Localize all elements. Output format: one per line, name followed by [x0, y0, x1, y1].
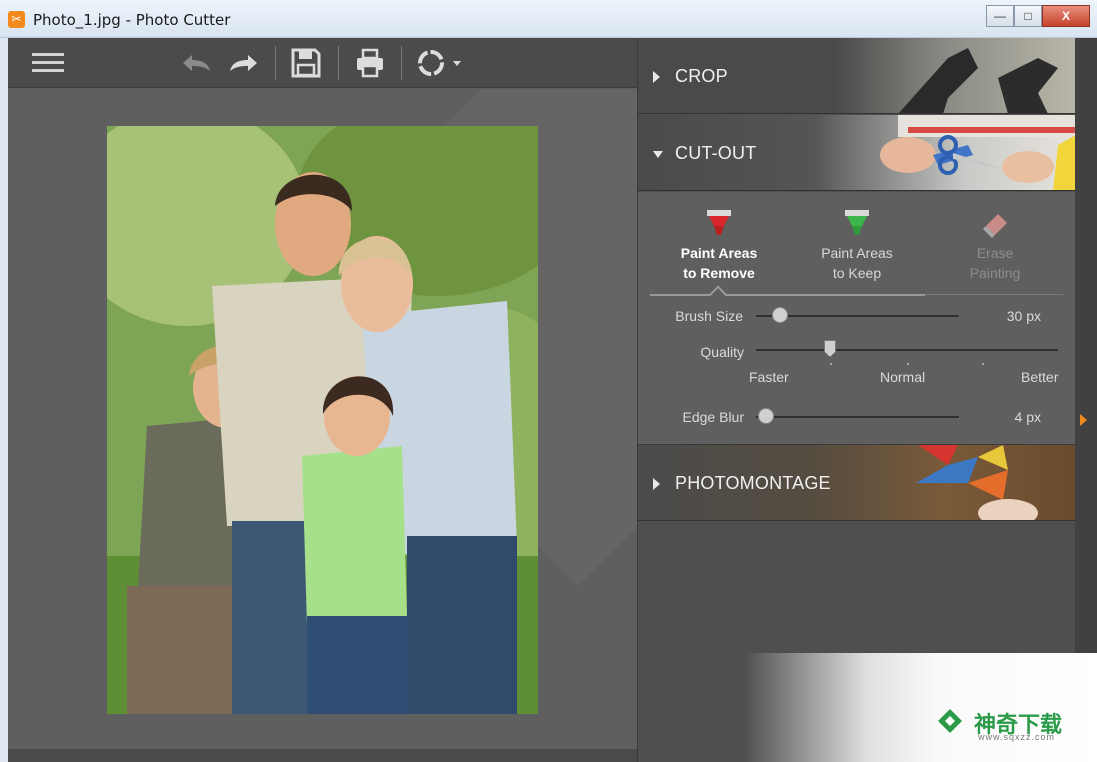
title-bar: ✂ Photo_1.jpg - Photo Cutter — □ X [0, 0, 1097, 38]
paint-remove-label-1: Paint Areas [680, 245, 758, 261]
tool-divider [925, 294, 1063, 295]
paint-keep-label-1: Paint Areas [821, 245, 893, 261]
family-photo-image [107, 126, 538, 714]
quality-faster-label: Faster [749, 369, 789, 385]
brush-size-value: 30 px [1006, 308, 1041, 324]
brush-size-knob[interactable] [772, 307, 788, 323]
photo-preview[interactable] [107, 126, 538, 714]
editor-panel [8, 38, 637, 762]
cutout-section-header[interactable]: CUT-OUT [638, 115, 1076, 191]
toolbar [8, 38, 637, 88]
save-icon[interactable] [288, 48, 324, 78]
window-title: Photo_1.jpg - Photo Cutter [33, 11, 231, 29]
app-icon: ✂ [8, 11, 25, 28]
canvas-area[interactable] [8, 89, 637, 749]
cutout-label: CUT-OUT [675, 143, 757, 163]
cutout-collapse-arrow-icon [653, 151, 663, 158]
edge-blur-knob[interactable] [758, 408, 774, 424]
crop-hands-image [898, 48, 1058, 113]
cutout-options: Paint Areas to Remove Paint Areas to Kee… [638, 192, 1076, 445]
paint-keep-label-2: to Keep [832, 265, 882, 281]
quality-tick [830, 363, 832, 365]
crop-section-header[interactable]: CROP [638, 38, 1076, 114]
scissors-image [880, 115, 1076, 190]
crop-label: CROP [675, 66, 728, 86]
erase-painting-label-2: Painting [969, 265, 1021, 281]
quality-slider[interactable] [756, 349, 1058, 351]
undo-icon[interactable] [178, 48, 214, 78]
quality-tick [907, 363, 909, 365]
edge-blur-slider[interactable] [756, 416, 959, 418]
edge-blur-label: Edge Blur [682, 409, 744, 425]
redo-icon[interactable] [226, 48, 262, 78]
photomontage-label: PHOTOMONTAGE [675, 473, 831, 493]
active-tool-pointer [709, 285, 727, 303]
rotate-icon[interactable] [413, 48, 465, 78]
toolbar-separator [338, 46, 339, 80]
status-strip [8, 749, 637, 762]
crop-expand-arrow-icon [653, 71, 660, 83]
eraser-icon [983, 214, 1007, 238]
close-button[interactable]: X [1042, 5, 1090, 27]
paint-remove-label-2: to Remove [683, 265, 755, 281]
quality-label: Quality [700, 344, 744, 360]
watermark-logo-icon [938, 709, 962, 733]
active-tool-underline [650, 294, 925, 296]
edge-blur-value: 4 px [1014, 409, 1041, 425]
maximize-button[interactable]: □ [1014, 5, 1042, 27]
green-marker-icon [845, 210, 869, 235]
menu-icon[interactable] [30, 48, 66, 78]
watermark-url: www.sqxzz.com [978, 732, 1056, 742]
toolbar-separator [401, 46, 402, 80]
quality-knob[interactable] [824, 340, 836, 357]
paint-remove-tool[interactable]: Paint Areas to Remove [659, 208, 779, 283]
window-controls: — □ X [986, 5, 1090, 27]
watermark: 神奇下载 www.sqxzz.com [744, 653, 1097, 762]
quality-better-label: Better [1021, 369, 1059, 385]
print-icon[interactable] [352, 48, 388, 78]
red-marker-icon [707, 210, 731, 235]
quality-tick [982, 363, 984, 365]
photomontage-expand-arrow-icon [653, 478, 660, 490]
erase-painting-tool[interactable]: Erase Painting [935, 208, 1055, 283]
toolbar-separator [275, 46, 276, 80]
photomontage-section-header[interactable]: PHOTOMONTAGE [638, 445, 1076, 521]
tangram-image [916, 445, 1038, 520]
collapse-panel-arrow-icon[interactable] [1080, 414, 1087, 426]
paint-keep-tool[interactable]: Paint Areas to Keep [797, 208, 917, 283]
erase-painting-label-1: Erase [976, 245, 1014, 261]
minimize-button[interactable]: — [986, 5, 1014, 27]
brush-size-label: Brush Size [675, 308, 743, 324]
quality-normal-label: Normal [880, 369, 926, 385]
